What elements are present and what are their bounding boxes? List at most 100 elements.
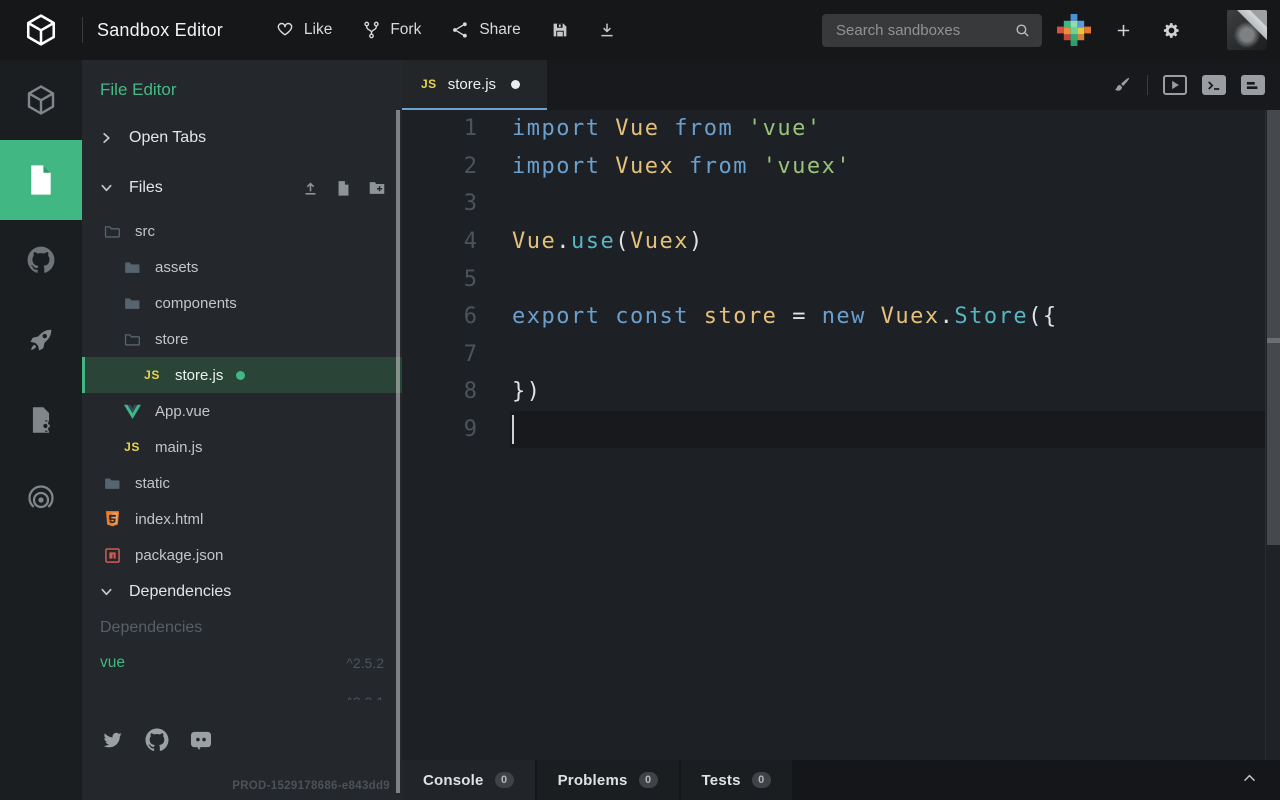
code-token: Vue bbox=[615, 116, 674, 141]
sidebar-item-github[interactable] bbox=[0, 220, 82, 300]
new-folder-button[interactable] bbox=[368, 180, 386, 196]
modified-dot-icon bbox=[236, 371, 245, 380]
tree-item-package-json[interactable]: package.json bbox=[82, 537, 402, 573]
new-sandbox-button[interactable] bbox=[1115, 22, 1132, 39]
tree-item-main-js[interactable]: JS main.js bbox=[82, 429, 402, 465]
line-number: 5 bbox=[402, 267, 510, 292]
like-button[interactable]: Like bbox=[275, 20, 332, 40]
social-links bbox=[100, 728, 402, 752]
toggle-console-button[interactable] bbox=[1202, 75, 1226, 95]
code-area[interactable]: 1 import Vue from 'vue' 2 import Vuex fr… bbox=[402, 110, 1280, 760]
dependency-row-partial[interactable]: ^3.0.1 bbox=[100, 692, 384, 700]
sidebar-item-deployment[interactable] bbox=[0, 300, 82, 380]
download-button[interactable] bbox=[598, 21, 616, 39]
code-line[interactable]: 2 import Vuex from 'vuex' bbox=[402, 148, 1280, 186]
dev-panel-bar: Console 0 Problems 0 Tests 0 bbox=[402, 760, 1280, 800]
toolbar-divider bbox=[1147, 75, 1148, 95]
github-icon bbox=[145, 728, 169, 752]
code-line[interactable]: 6 export const store = new Vuex.Store({ bbox=[402, 298, 1280, 336]
page-title: Sandbox Editor bbox=[97, 20, 223, 41]
toggle-preview-button[interactable] bbox=[1163, 75, 1187, 95]
editor-scrollbar[interactable] bbox=[1265, 110, 1280, 760]
code-token: ( bbox=[615, 229, 630, 254]
code-token: new bbox=[822, 304, 881, 329]
tab-label: store.js bbox=[448, 76, 496, 93]
toggle-devtools-button[interactable] bbox=[1241, 75, 1265, 95]
dependencies-section[interactable]: Dependencies bbox=[82, 580, 402, 604]
new-file-button[interactable] bbox=[336, 180, 351, 197]
line-number: 7 bbox=[402, 342, 510, 367]
tree-item-store[interactable]: store bbox=[82, 321, 402, 357]
new-file-icon bbox=[336, 180, 351, 197]
folder-icon bbox=[122, 295, 142, 312]
tree-item-static[interactable]: static bbox=[82, 465, 402, 501]
code-token: from bbox=[674, 116, 748, 141]
tree-item-src[interactable]: src bbox=[82, 213, 402, 249]
unsaved-dot-icon bbox=[511, 80, 520, 89]
code-line[interactable]: 1 import Vue from 'vue' bbox=[402, 110, 1280, 148]
twitter-icon bbox=[100, 729, 125, 751]
code-token: Store bbox=[954, 304, 1028, 329]
vue-icon bbox=[122, 404, 142, 419]
upload-icon bbox=[302, 180, 319, 197]
file-gear-icon bbox=[27, 405, 55, 435]
heart-icon bbox=[275, 20, 295, 40]
twitter-link[interactable] bbox=[100, 729, 125, 751]
prettify-button[interactable] bbox=[1112, 75, 1132, 95]
editor-tabbar: JS store.js bbox=[402, 60, 1280, 110]
javascript-icon: JS bbox=[122, 440, 142, 454]
tab-console[interactable]: Console 0 bbox=[402, 760, 535, 800]
code-line[interactable]: 8 }) bbox=[402, 373, 1280, 411]
files-section[interactable]: Files bbox=[82, 176, 402, 200]
code-line[interactable]: 5 bbox=[402, 260, 1280, 298]
editor-actions bbox=[1112, 60, 1265, 110]
tree-item-assets[interactable]: assets bbox=[82, 249, 402, 285]
tab-tests[interactable]: Tests 0 bbox=[681, 760, 792, 800]
editor-scrollbar-thumb[interactable] bbox=[1267, 110, 1280, 545]
code-token: Vuex bbox=[630, 229, 689, 254]
rocket-icon bbox=[27, 326, 55, 354]
save-button[interactable] bbox=[551, 21, 569, 39]
team-badge-button[interactable] bbox=[1057, 13, 1091, 47]
github-link[interactable] bbox=[145, 728, 169, 752]
line-number: 3 bbox=[402, 191, 510, 216]
file-tree: src assets components store JS store.js bbox=[82, 213, 402, 573]
explorer-title: File Editor bbox=[100, 80, 402, 100]
discord-link[interactable] bbox=[189, 730, 213, 751]
code-token: Vuex bbox=[615, 154, 689, 179]
share-button[interactable]: Share bbox=[451, 20, 520, 40]
tab-problems[interactable]: Problems 0 bbox=[537, 760, 679, 800]
code-line[interactable]: 7 bbox=[402, 336, 1280, 374]
search-sandboxes bbox=[822, 14, 1042, 47]
settings-button[interactable] bbox=[1162, 21, 1181, 40]
sidebar-item-live[interactable] bbox=[0, 460, 82, 540]
sidebar-item-server-config[interactable] bbox=[0, 380, 82, 460]
user-avatar[interactable] bbox=[1227, 10, 1267, 50]
explorer-scrollbar[interactable] bbox=[396, 110, 400, 793]
top-header: Sandbox Editor Like Fork Share bbox=[0, 0, 1280, 60]
tree-item-app-vue[interactable]: App.vue bbox=[82, 393, 402, 429]
open-tabs-section[interactable]: Open Tabs bbox=[82, 126, 402, 150]
line-number: 8 bbox=[402, 379, 510, 404]
file-icon bbox=[26, 163, 56, 197]
build-id: PROD-1529178686-e843dd9 bbox=[232, 780, 390, 792]
editor-tab-store-js[interactable]: JS store.js bbox=[402, 60, 547, 110]
problems-count-badge: 0 bbox=[639, 772, 658, 788]
fork-button[interactable]: Fork bbox=[362, 20, 421, 40]
expand-panel-button[interactable] bbox=[1241, 770, 1258, 787]
browser-preview-icon bbox=[1163, 75, 1187, 95]
code-line[interactable]: 3 bbox=[402, 185, 1280, 223]
dependency-row-vue[interactable]: vue ^2.5.2 bbox=[100, 651, 384, 675]
scrollbar-marker bbox=[1267, 338, 1280, 343]
code-line[interactable]: 4 Vue.use(Vuex) bbox=[402, 223, 1280, 261]
code-line-current[interactable]: 9 bbox=[402, 411, 1280, 449]
search-input[interactable] bbox=[822, 14, 1042, 47]
sidebar-item-project-info[interactable] bbox=[0, 60, 82, 140]
sidebar-item-file-editor[interactable] bbox=[0, 140, 82, 220]
tree-item-components[interactable]: components bbox=[82, 285, 402, 321]
tree-item-index-html[interactable]: index.html bbox=[82, 501, 402, 537]
upload-file-button[interactable] bbox=[302, 180, 319, 197]
app-logo[interactable] bbox=[0, 0, 82, 60]
tree-item-store-js[interactable]: JS store.js bbox=[82, 357, 402, 393]
gear-icon bbox=[1162, 21, 1181, 40]
